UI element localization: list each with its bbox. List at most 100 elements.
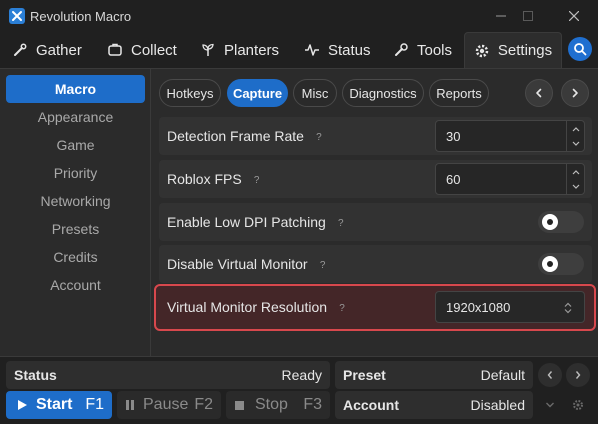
close-button[interactable] (564, 6, 584, 26)
wrench-icon (395, 43, 408, 56)
virtual-monitor-resolution-label: Virtual Monitor Resolution (167, 299, 328, 315)
chevron-up-icon[interactable] (572, 169, 580, 175)
tab-status[interactable]: Status (304, 32, 374, 68)
sidebar-item-appearance[interactable]: Appearance (6, 103, 145, 131)
help-icon[interactable]: ? (335, 301, 349, 315)
sidebar-divider (150, 69, 151, 357)
tab-collect[interactable]: Collect (107, 32, 187, 68)
preset-prev-button[interactable] (538, 363, 562, 387)
tab-gather-label: Gather (36, 41, 82, 59)
play-icon (18, 400, 27, 410)
setting-label: Disable Virtual Monitor? (167, 256, 330, 272)
stop-button[interactable]: Stop F3 (226, 391, 330, 419)
detection-frame-rate-spinbox[interactable]: 30 (435, 120, 585, 152)
start-label: Start (36, 396, 73, 413)
setting-row-disable-virtual-monitor: Disable Virtual Monitor? (159, 245, 592, 283)
title-bar: Revolution Macro (0, 0, 598, 32)
roblox-fps-value[interactable]: 60 (446, 172, 460, 187)
sidebar-item-credits[interactable]: Credits (6, 243, 145, 271)
subtab-prev-button[interactable] (525, 79, 553, 107)
detection-frame-rate-value[interactable]: 30 (446, 129, 460, 144)
settings-content: Macro Appearance Game Priority Networkin… (0, 68, 598, 357)
sidebar-item-presets[interactable]: Presets (6, 215, 145, 243)
status-label: Status (14, 367, 57, 383)
search-icon (574, 43, 587, 56)
account-label: Account (343, 397, 399, 413)
bottom-bar: Status Ready Preset Default Start F1 Pau… (0, 356, 598, 424)
app-title: Revolution Macro (30, 9, 132, 24)
sidebar-item-priority[interactable]: Priority (6, 159, 145, 187)
setting-row-virtual-monitor-resolution: Virtual Monitor Resolution? 1920x1080 (159, 288, 592, 326)
tab-tools[interactable]: Tools (393, 32, 453, 68)
tab-tools-label: Tools (417, 41, 453, 59)
gear-icon (475, 44, 489, 57)
pause-label: Pause (143, 396, 189, 413)
preset-panel[interactable]: Preset Default (335, 361, 533, 389)
tab-settings-label: Settings (497, 42, 553, 59)
setting-label: Roblox FPS? (167, 171, 264, 187)
subtab-capture[interactable]: Capture (227, 79, 288, 107)
sidebar-item-account[interactable]: Account (6, 271, 145, 299)
start-hotkey: F1 (85, 396, 104, 413)
settings-sidebar: Macro Appearance Game Priority Networkin… (0, 69, 150, 357)
account-panel[interactable]: Account Disabled (335, 391, 533, 419)
tab-settings[interactable]: Settings (464, 32, 562, 68)
main-tab-bar: Gather Collect Planters Status Tools Set… (0, 32, 598, 68)
account-dropdown-button[interactable] (538, 393, 562, 417)
app-logo-icon (9, 8, 25, 24)
search-button[interactable] (568, 37, 592, 61)
toggle-knob (542, 256, 558, 272)
maximize-button[interactable] (518, 6, 538, 26)
tab-planters-label: Planters (224, 41, 280, 59)
subtab-reports[interactable]: Reports (429, 79, 489, 107)
low-dpi-patching-toggle[interactable] (538, 211, 584, 233)
disable-virtual-monitor-toggle[interactable] (538, 253, 584, 275)
setting-row-detection-frame-rate: Detection Frame Rate? 30 (159, 117, 592, 155)
chevron-left-icon (547, 371, 553, 379)
status-pulse-icon (305, 44, 319, 56)
sidebar-item-game[interactable]: Game (6, 131, 145, 159)
chevron-down-icon[interactable] (572, 141, 580, 147)
minimize-button[interactable] (491, 6, 511, 26)
account-settings-button[interactable] (566, 393, 590, 417)
pause-icon (126, 400, 134, 410)
preset-value: Default (480, 367, 525, 383)
sidebar-item-networking[interactable]: Networking (6, 187, 145, 215)
setting-label: Virtual Monitor Resolution? (167, 299, 349, 315)
setting-row-roblox-fps: Roblox FPS? 60 (159, 160, 592, 198)
help-icon[interactable]: ? (312, 130, 326, 144)
chevron-down-icon[interactable] (572, 184, 580, 190)
setting-row-low-dpi-patching: Enable Low DPI Patching? (159, 203, 592, 241)
collect-icon (108, 43, 122, 56)
help-icon[interactable]: ? (250, 173, 264, 187)
start-button[interactable]: Start F1 (6, 391, 112, 419)
virtual-monitor-resolution-select[interactable]: 1920x1080 (435, 291, 585, 323)
help-icon[interactable]: ? (334, 216, 348, 230)
gather-icon (14, 43, 27, 56)
pause-button[interactable]: Pause F2 (117, 391, 221, 419)
subtab-diagnostics[interactable]: Diagnostics (342, 79, 424, 107)
gear-icon (573, 400, 583, 410)
help-icon[interactable]: ? (316, 258, 330, 272)
tab-status-label: Status (328, 41, 371, 59)
preset-label: Preset (343, 367, 386, 383)
toggle-knob (542, 214, 558, 230)
detection-frame-rate-label: Detection Frame Rate (167, 128, 304, 144)
subtab-misc[interactable]: Misc (293, 79, 337, 107)
sidebar-item-macro[interactable]: Macro (6, 75, 145, 103)
chevron-down-icon (546, 402, 554, 408)
roblox-fps-spinbox[interactable]: 60 (435, 163, 585, 195)
spin-buttons (566, 121, 584, 151)
subtab-next-button[interactable] (561, 79, 589, 107)
roblox-fps-label: Roblox FPS (167, 171, 242, 187)
account-value: Disabled (470, 397, 525, 413)
stop-icon (235, 400, 244, 410)
pause-hotkey: F2 (194, 396, 213, 413)
tab-planters[interactable]: Planters (200, 32, 280, 68)
chevron-right-icon (572, 88, 578, 98)
chevron-up-icon[interactable] (572, 126, 580, 132)
chevron-left-icon (536, 88, 542, 98)
subtab-hotkeys[interactable]: Hotkeys (159, 79, 221, 107)
preset-next-button[interactable] (566, 363, 590, 387)
tab-gather[interactable]: Gather (12, 32, 92, 68)
